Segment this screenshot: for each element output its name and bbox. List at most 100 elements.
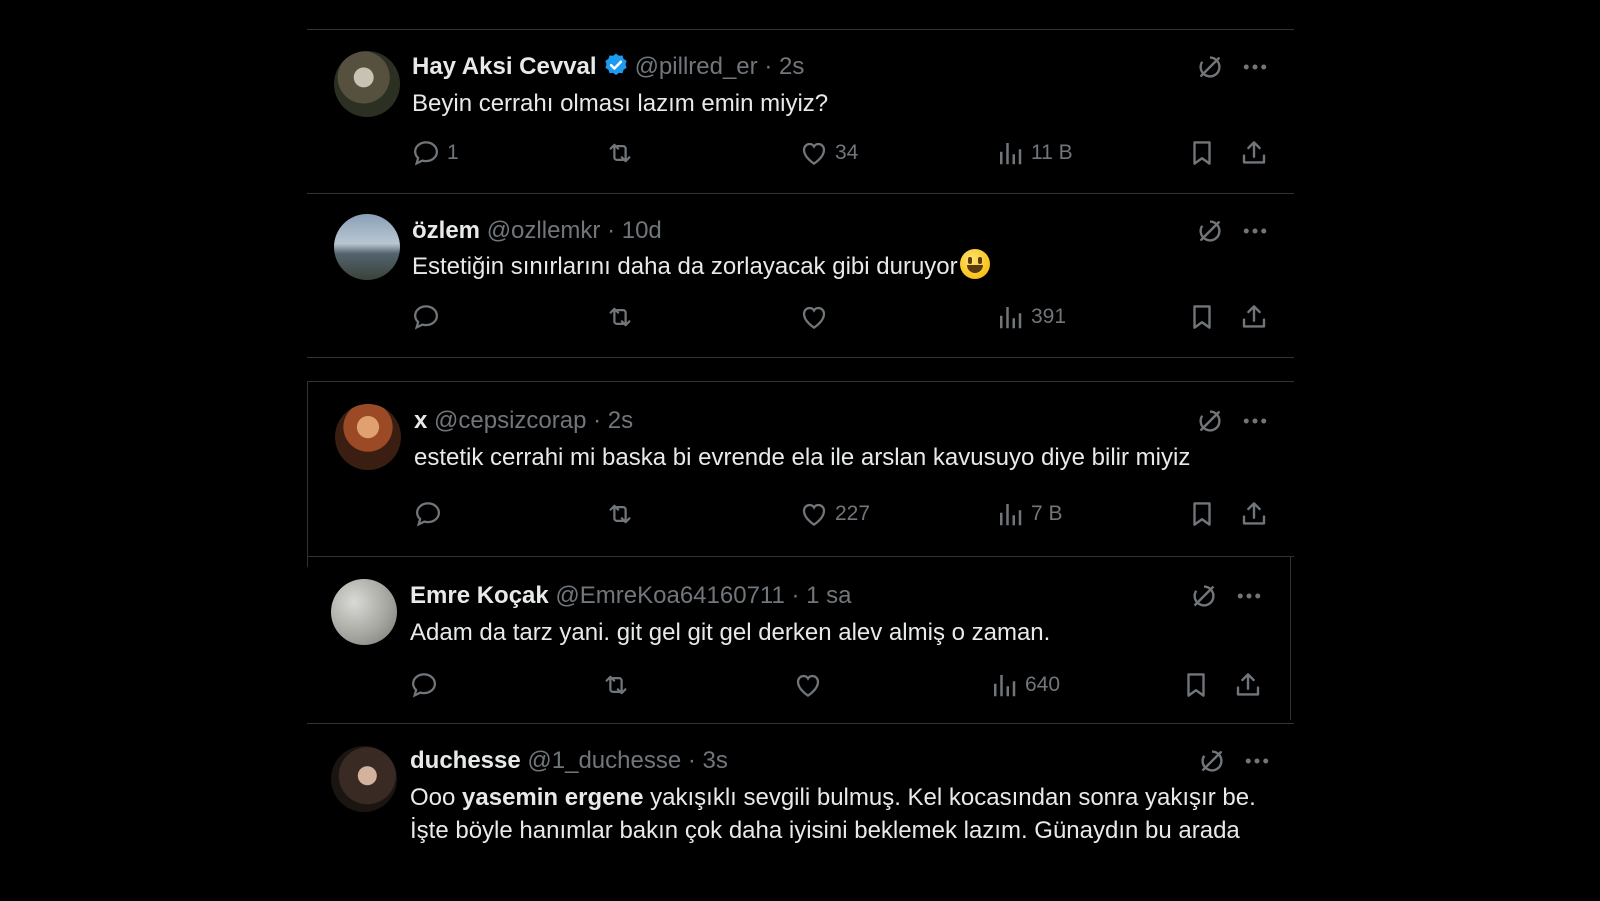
- grinning-face-emoji-icon: [959, 249, 990, 279]
- tweet-timestamp[interactable]: · 3s: [688, 747, 728, 774]
- bookmark-button[interactable]: [1187, 499, 1217, 529]
- retweet-button[interactable]: [601, 670, 631, 700]
- tweet-text: Estetiğin sınırlarını daha da zorlayacak…: [412, 249, 1272, 283]
- reply-button[interactable]: 1: [411, 138, 459, 168]
- tweet-text: estetik cerrahi mi baska bi evrende ela …: [414, 444, 1191, 471]
- views-button[interactable]: 391: [995, 302, 1066, 332]
- view-count: 640: [1025, 673, 1061, 696]
- views-button[interactable]: 11 B: [995, 138, 1073, 168]
- tweet[interactable]: özlem @ozllemkr · 10d Estetiğin sınırlar…: [307, 193, 1294, 357]
- tweet-timestamp[interactable]: · 2s: [593, 407, 633, 434]
- view-count: 391: [1031, 305, 1067, 328]
- bookmark-button[interactable]: [1187, 138, 1217, 168]
- share-icon: [1239, 138, 1269, 168]
- share-button[interactable]: [1239, 302, 1269, 332]
- reply-icon: [413, 499, 443, 529]
- avatar[interactable]: [331, 579, 397, 645]
- mentioned-name: yasemin ergene: [462, 784, 644, 811]
- tweet[interactable]: duchesse @1_duchesse · 3s Ooo yasemin er…: [307, 723, 1294, 901]
- tweet-text: Ooo yasemin ergene yakışıklı sevgili bul…: [410, 781, 1270, 847]
- like-button[interactable]: [799, 302, 835, 332]
- retweet-button[interactable]: [605, 138, 635, 168]
- retweet-icon: [601, 670, 631, 700]
- heart-icon: [793, 670, 823, 700]
- username-handle[interactable]: @1_duchesse: [527, 747, 681, 774]
- tweet-timestamp[interactable]: · 10d: [607, 217, 662, 244]
- tweet[interactable]: x @cepsizcorap · 2s estetik cerrahi mi b…: [307, 381, 1294, 567]
- retweet-icon: [605, 499, 635, 529]
- views-icon: [989, 670, 1019, 700]
- more-options-icon[interactable]: [1234, 581, 1264, 611]
- timeline: Hay Aksi Cevval @pillred_er · 2s Beyin ce…: [307, 29, 1294, 900]
- username-handle[interactable]: @cepsizcorap: [434, 407, 586, 434]
- avatar[interactable]: [334, 214, 400, 280]
- retweet-icon: [605, 302, 635, 332]
- grok-icon[interactable]: [1195, 52, 1225, 82]
- share-button[interactable]: [1239, 138, 1269, 168]
- bookmark-button[interactable]: [1187, 302, 1217, 332]
- grok-icon[interactable]: [1195, 406, 1225, 436]
- avatar[interactable]: [334, 51, 400, 117]
- share-button[interactable]: [1239, 499, 1269, 529]
- views-icon: [995, 138, 1025, 168]
- like-button[interactable]: [793, 670, 829, 700]
- retweet-icon: [605, 138, 635, 168]
- views-button[interactable]: 7 B: [995, 499, 1063, 529]
- display-name[interactable]: duchesse: [410, 747, 521, 774]
- reply-button[interactable]: [409, 670, 445, 700]
- tweet-header: x @cepsizcorap · 2s: [414, 406, 633, 436]
- tweet-header: Hay Aksi Cevval @pillred_er · 2s: [412, 52, 804, 86]
- tweet-text-content: Estetiğin sınırlarını daha da zorlayacak…: [412, 253, 958, 280]
- verified-badge-icon: [603, 52, 629, 86]
- bookmark-button[interactable]: [1181, 670, 1211, 700]
- like-count: 34: [835, 141, 859, 164]
- heart-icon: [799, 302, 829, 332]
- tweet[interactable]: Emre Koçak @EmreKoa64160711 · 1 sa Adam …: [307, 556, 1294, 724]
- more-options-icon[interactable]: [1242, 746, 1272, 776]
- views-icon: [995, 302, 1025, 332]
- display-name[interactable]: x: [414, 407, 427, 434]
- reply-button[interactable]: [413, 499, 449, 529]
- bookmark-icon: [1181, 670, 1211, 700]
- display-name[interactable]: Emre Koçak: [410, 582, 549, 609]
- tweet-timestamp[interactable]: · 1 sa: [792, 582, 852, 609]
- tweet-timestamp[interactable]: · 2s: [764, 53, 804, 80]
- share-icon: [1233, 670, 1263, 700]
- like-button[interactable]: 34: [799, 138, 858, 168]
- username-handle[interactable]: @ozllemkr: [487, 217, 601, 244]
- grok-icon[interactable]: [1197, 746, 1227, 776]
- divider: [1290, 557, 1291, 720]
- more-options-icon[interactable]: [1240, 52, 1270, 82]
- divider: [307, 382, 308, 567]
- tweet-header: özlem @ozllemkr · 10d: [412, 216, 662, 246]
- bookmark-icon: [1187, 499, 1217, 529]
- more-options-icon[interactable]: [1240, 216, 1270, 246]
- view-count: 11 B: [1031, 141, 1073, 164]
- tweet-text: Beyin cerrahı olması lazım emin miyiz?: [412, 90, 829, 117]
- more-options-icon[interactable]: [1240, 406, 1270, 436]
- divider: [307, 357, 1294, 358]
- like-count: 227: [835, 502, 871, 525]
- avatar[interactable]: [331, 746, 397, 812]
- grok-icon[interactable]: [1195, 216, 1225, 246]
- reply-icon: [409, 670, 439, 700]
- reply-icon: [411, 138, 441, 168]
- tweet-text-prefix: Ooo: [410, 784, 463, 811]
- like-button[interactable]: 227: [799, 499, 870, 529]
- views-button[interactable]: 640: [989, 670, 1060, 700]
- retweet-button[interactable]: [605, 499, 635, 529]
- heart-icon: [799, 499, 829, 529]
- reply-button[interactable]: [411, 302, 447, 332]
- username-handle[interactable]: @EmreKoa64160711: [555, 582, 784, 609]
- retweet-button[interactable]: [605, 302, 635, 332]
- tweet[interactable]: Hay Aksi Cevval @pillred_er · 2s Beyin ce…: [307, 29, 1294, 193]
- heart-icon: [799, 138, 829, 168]
- display-name[interactable]: Hay Aksi Cevval: [412, 53, 597, 80]
- grok-icon[interactable]: [1189, 581, 1219, 611]
- username-handle[interactable]: @pillred_er: [635, 53, 758, 80]
- tweet-text: Adam da tarz yani. git gel git gel derke…: [410, 619, 1051, 646]
- share-button[interactable]: [1233, 670, 1263, 700]
- display-name[interactable]: özlem: [412, 217, 480, 244]
- avatar[interactable]: [335, 404, 401, 470]
- share-icon: [1239, 499, 1269, 529]
